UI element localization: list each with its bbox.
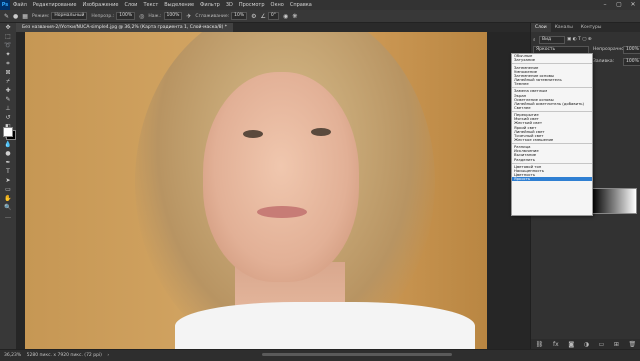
blend-mode-option[interactable]: Светлее [512,105,592,110]
maximize-icon[interactable]: ▢ [612,0,626,10]
document-tab[interactable]: Без названия-2//Уотки/NUCA-simple4.jpg @… [16,23,234,32]
status-arrow-icon[interactable]: › [107,353,109,358]
frame-icon[interactable]: ⊠ [0,68,16,77]
menu-image[interactable]: Изображение [79,2,121,8]
menu-view[interactable]: Просмотр [236,2,268,8]
menu-layers[interactable]: Слои [121,2,140,8]
fill-label: Заливка: [593,59,615,64]
menu-file[interactable]: Файл [10,2,30,8]
options-bar: ✎ ● ▦ Режим: Нормальный Непрозр.: 100% ◎… [0,10,640,23]
quick-select-icon[interactable]: ✦ [0,50,16,59]
airbrush-icon[interactable]: ✈ [186,13,191,20]
type-icon[interactable]: T [0,167,16,176]
document-tabs: Без названия-2//Уотки/NUCA-simple4.jpg @… [16,23,530,32]
menu-help[interactable]: Справка [287,2,315,8]
kind-filter-row: ⌕ Вид ▣ ◐ T ▢ ⊕ [533,36,592,44]
flow-field[interactable]: 100% [163,12,183,20]
opacity-field[interactable]: 100% [116,12,136,20]
marquee-icon[interactable]: ⬚ [0,32,16,41]
search-icon: ⌕ [533,38,536,43]
link-icon[interactable]: ⛓ [536,341,544,348]
blend-mode-option[interactable]: Яркость [512,177,592,182]
tab-channels[interactable]: Каналы [551,23,577,32]
smoothing-label: Сглаживание: [195,13,230,19]
brush-tool-icon[interactable]: ✎ [4,13,9,20]
minimize-icon[interactable]: – [598,0,612,10]
fill-field[interactable]: 100% [623,58,640,66]
rectangle-icon[interactable]: ▭ [0,185,16,194]
mode-label: Режим: [31,13,50,19]
dodge-icon[interactable]: ● [0,149,16,158]
tab-paths[interactable]: Контуры [577,23,606,32]
stamp-icon[interactable]: ⊥ [0,104,16,113]
pressure-size-icon[interactable]: ◉ [283,13,288,20]
zoom-icon[interactable]: 🔍 [0,203,16,212]
angle-field[interactable]: 0° [267,12,280,20]
history-brush-icon[interactable]: ↺ [0,113,16,122]
crop-icon[interactable]: ⌗ [0,59,16,68]
canvas-area[interactable] [16,32,530,349]
more-tools-icon[interactable]: … [0,212,16,221]
adjustment-icon[interactable]: ◑ [584,341,589,348]
opacity-field-panel[interactable]: 100% [623,46,640,54]
healing-icon[interactable]: ✚ [0,86,16,95]
face-shape [203,72,359,282]
foreground-color-swatch[interactable] [3,127,13,137]
brush-settings-icon[interactable]: ▦ [22,13,28,20]
layers-panel-footer: ⛓ fx ◙ ◑ ▭ ⊞ 🗑 [531,339,640,349]
panel-tabs: Слои Каналы Контуры [531,23,640,32]
menu-filter[interactable]: Фильтр [197,2,223,8]
blend-mode-option[interactable]: Жесткое смешение [512,137,592,142]
kind-filter-select[interactable]: Вид [539,36,565,44]
move-icon[interactable]: ✥ [0,23,16,32]
left-eye-shape [243,130,263,138]
flow-label: Наж.: [148,13,162,19]
right-eye-shape [311,128,331,136]
mask-icon[interactable]: ◙ [568,341,574,348]
tools-panel: ✥ ⬚ ➰ ✦ ⌗ ⊠ ⌿ ✚ ✎ ⊥ ↺ ◧ ▤ 💧 ● ✒ T ➤ ▭ ✋ … [0,23,17,349]
menu-select[interactable]: Выделение [161,2,197,8]
opacity-label: Непрозр.: [91,13,115,19]
folder-icon[interactable]: ▭ [599,341,605,348]
smoothing-settings-icon[interactable]: ⚙ [251,13,256,20]
path-select-icon[interactable]: ➤ [0,176,16,185]
mode-select[interactable]: Нормальный [51,12,88,20]
zoom-readout[interactable]: 36,23% [4,353,21,358]
hand-icon[interactable]: ✋ [0,194,16,203]
window-controls: – ▢ ✕ [598,0,640,10]
menu-bar: Ps Файл Редактирование Изображение Слои … [0,0,640,10]
close-icon[interactable]: ✕ [626,0,640,10]
new-layer-icon[interactable]: ⊞ [614,341,619,348]
photoshop-logo: Ps [0,0,10,10]
blend-mode-option[interactable]: Затухание [512,57,592,62]
blur-icon[interactable]: 💧 [0,140,16,149]
menu-edit[interactable]: Редактирование [30,2,80,8]
eyedropper-icon[interactable]: ⌿ [0,77,16,86]
lips-shape [257,206,307,218]
tab-layers[interactable]: Слои [531,23,551,32]
fx-icon[interactable]: fx [553,341,559,348]
menu-3d[interactable]: 3D [223,2,236,8]
lasso-icon[interactable]: ➰ [0,41,16,50]
symmetry-icon[interactable]: ❋ [292,13,297,20]
menu-window[interactable]: Окно [268,2,287,8]
smoothing-field[interactable]: 10% [231,12,248,20]
blend-mode-option[interactable]: Разделить [512,157,592,162]
trash-icon[interactable]: 🗑 [629,341,637,348]
pressure-opacity-icon[interactable]: ◎ [139,13,144,20]
photo-canvas[interactable] [25,32,487,349]
horizontal-scrollbar[interactable] [262,353,452,356]
brush-icon[interactable]: ✎ [0,95,16,104]
angle-icon: ∠ [260,12,266,20]
pen-icon[interactable]: ✒ [0,158,16,167]
document-info[interactable]: 5280 пикс. x 7920 пикс. (72 ppi) [27,353,102,358]
gradient-map-thumbnail[interactable] [591,188,637,214]
shirt-shape [175,302,475,349]
filter-icons[interactable]: ▣ ◐ T ▢ ⊕ [567,37,592,42]
blend-mode-option[interactable]: Темнее [512,81,592,86]
menu-type[interactable]: Текст [140,2,161,8]
blend-mode-dropdown[interactable]: Обычные Затухание Затемнение Умножение Затем… [511,53,593,216]
brush-preset-icon[interactable]: ● [13,13,18,20]
